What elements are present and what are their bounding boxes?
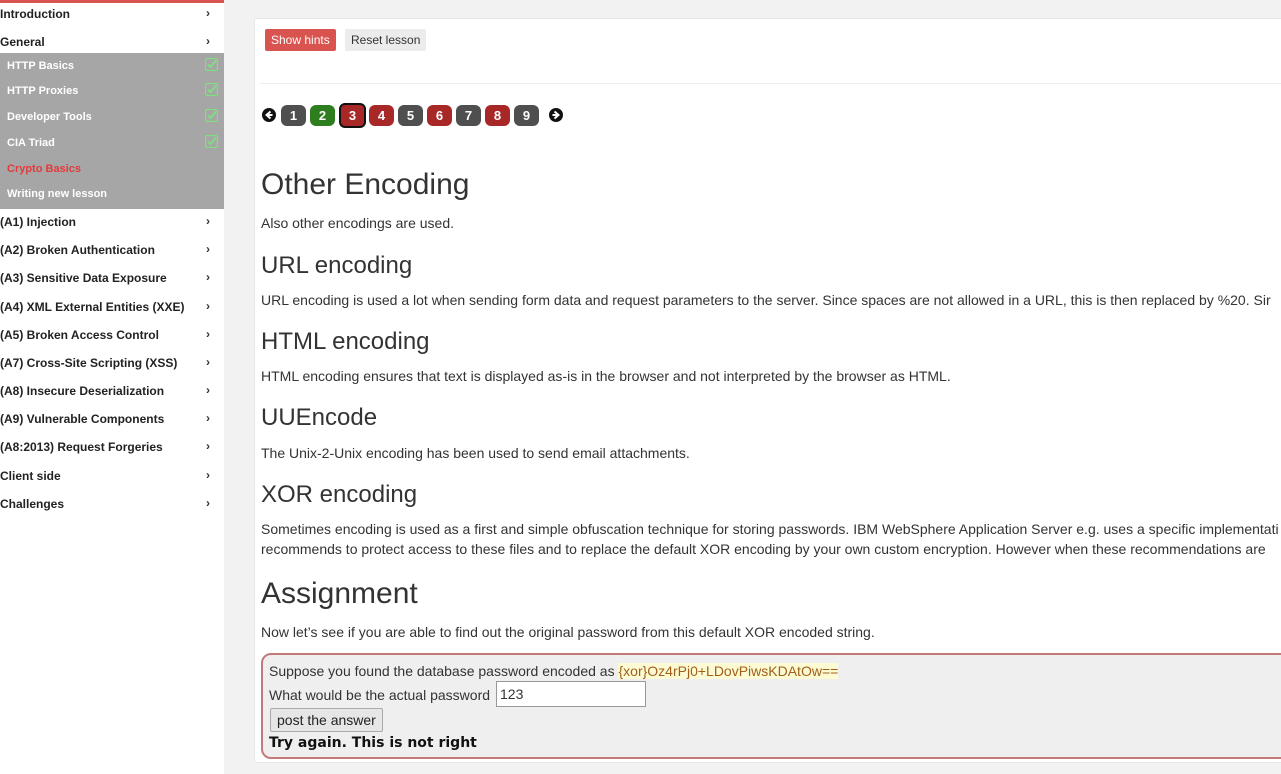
assignment-feedback-message: Try again. This is not right [269, 735, 477, 751]
nav-category-5[interactable]: (A7) Cross-Site Scripting (XSS) › [0, 349, 224, 377]
previous-page-arrow-icon[interactable] [262, 108, 276, 122]
lesson-label: Developer Tools [7, 111, 92, 123]
nav-category-label: (A3) Sensitive Data Exposure [0, 271, 167, 285]
password-answer-input[interactable] [496, 681, 646, 707]
nav-category-label: (A9) Vulnerable Components [0, 412, 165, 426]
nav-category-label: Client side [0, 469, 61, 483]
lesson-item-http-proxies[interactable]: HTTP Proxies [0, 78, 224, 104]
nav-category-label: (A4) XML External Entities (XXE) [0, 300, 185, 314]
main-content: Show hints Reset lesson 123456789 Other … [226, 3, 1281, 774]
nav-category-9[interactable]: Client side › [0, 462, 224, 490]
nav-category-3[interactable]: (A4) XML External Entities (XXE) › [0, 293, 224, 321]
next-page-arrow-icon[interactable] [549, 108, 563, 122]
section-text-url-encoding: URL encoding is used a lot when sending … [261, 292, 1271, 308]
section-heading-uuencode: UUEncode [261, 404, 378, 431]
sidebar: Introduction › General › HTTP Basics HTT… [0, 0, 224, 774]
divider [260, 83, 1281, 84]
assignment-title: Assignment [261, 577, 418, 610]
chevron-right-icon: › [206, 355, 210, 369]
reset-lesson-button[interactable]: Reset lesson [345, 29, 427, 51]
lesson-label: Writing new lesson [7, 188, 108, 200]
nav-category-label: (A5) Broken Access Control [0, 328, 159, 342]
lesson-card: Show hints Reset lesson 123456789 Other … [254, 18, 1281, 763]
nav-category-4[interactable]: (A5) Broken Access Control › [0, 321, 224, 349]
lesson-item-cia-triad[interactable]: CIA Triad [0, 130, 224, 156]
lesson-item-http-basics[interactable]: HTTP Basics [0, 53, 224, 79]
lesson-item-crypto-basics[interactable]: Crypto Basics [0, 156, 224, 182]
check-icon [205, 83, 218, 96]
page-button-8[interactable]: 8 [485, 105, 510, 126]
nav-category-label: Introduction [0, 7, 70, 21]
section-heading-html-encoding: HTML encoding [261, 328, 430, 355]
section-heading-url-encoding: URL encoding [261, 252, 413, 279]
chevron-right-icon: › [206, 439, 210, 453]
page-button-4[interactable]: 4 [369, 105, 394, 126]
show-hints-button[interactable]: Show hints [265, 29, 336, 51]
page-button-1[interactable]: 1 [281, 105, 306, 126]
assignment-prompt-text: Suppose you found the database password … [269, 663, 619, 679]
section-heading-xor-encoding: XOR encoding [261, 481, 418, 508]
page-button-3[interactable]: 3 [339, 103, 366, 128]
check-icon [205, 135, 218, 148]
page-button-9[interactable]: 9 [514, 105, 539, 126]
chevron-right-icon: › [206, 6, 210, 20]
chevron-right-icon: › [206, 411, 210, 425]
nav-category-0[interactable]: (A1) Injection › [0, 208, 224, 236]
nav-category-2[interactable]: (A3) Sensitive Data Exposure › [0, 264, 224, 292]
nav-category-label: (A8:2013) Request Forgeries [0, 440, 163, 454]
page-button-2[interactable]: 2 [310, 105, 335, 126]
nav-category-8[interactable]: (A8:2013) Request Forgeries › [0, 433, 224, 461]
chevron-right-icon: › [206, 468, 210, 482]
nav-category-7[interactable]: (A9) Vulnerable Components › [0, 405, 224, 433]
nav-category-general[interactable]: General › [0, 28, 224, 56]
nav-category-label: (A1) Injection [0, 215, 77, 229]
nav-category-10[interactable]: Challenges › [0, 490, 224, 518]
chevron-right-icon: › [206, 270, 210, 284]
encoded-password-value: {xor}Oz4rPj0+LDovPiwsKDAtOw== [618, 663, 839, 679]
chevron-right-icon: › [206, 242, 210, 256]
chevron-right-icon: › [206, 214, 210, 228]
nav-category-label: (A7) Cross-Site Scripting (XSS) [0, 356, 178, 370]
nav-category-label: General [0, 35, 45, 49]
nav-category-label: (A2) Broken Authentication [0, 243, 155, 257]
lesson-label: HTTP Basics [7, 60, 75, 72]
post-answer-button[interactable]: post the answer [270, 708, 383, 732]
section-text-xor-encoding: Sometimes encoding is used as a first an… [261, 521, 1279, 537]
nav-category-1[interactable]: (A2) Broken Authentication › [0, 236, 224, 264]
chevron-right-icon: › [206, 383, 210, 397]
nav-category-introduction[interactable]: Introduction › [0, 0, 224, 28]
section-text-uuencode: The Unix-2-Unix encoding has been used t… [261, 445, 690, 461]
page-button-5[interactable]: 5 [398, 105, 423, 126]
chevron-right-icon: › [206, 34, 210, 48]
lesson-item-writing-new-lesson[interactable]: Writing new lesson [0, 181, 224, 207]
lesson-intro-text: Also other encodings are used. [261, 215, 455, 231]
lesson-title: Other Encoding [261, 168, 470, 201]
page-button-6[interactable]: 6 [427, 105, 452, 126]
page-button-7[interactable]: 7 [456, 105, 481, 126]
nav-category-6[interactable]: (A8) Insecure Deserialization › [0, 377, 224, 405]
assignment-intro-text: Now let’s see if you are able to find ou… [261, 624, 875, 640]
lesson-item-developer-tools[interactable]: Developer Tools [0, 104, 224, 130]
chevron-right-icon: › [206, 496, 210, 510]
chevron-right-icon: › [206, 327, 210, 341]
assignment-form: Suppose you found the database password … [261, 653, 1281, 759]
general-lesson-list: HTTP Basics HTTP Proxies Developer Tools… [0, 53, 224, 209]
lesson-label: HTTP Proxies [7, 85, 79, 97]
lesson-label: Crypto Basics [7, 163, 81, 175]
nav-category-label: (A8) Insecure Deserialization [0, 384, 165, 398]
section-text-xor-encoding-line2: recommends to protect access to these fi… [261, 541, 1266, 557]
nav-category-label: Challenges [0, 497, 65, 511]
check-icon [205, 58, 218, 71]
lesson-label: CIA Triad [7, 137, 55, 149]
assignment-prompt: Suppose you found the database password … [269, 663, 839, 679]
check-icon [205, 109, 218, 122]
password-question-label: What would be the actual password [269, 687, 491, 703]
chevron-right-icon: › [206, 299, 210, 313]
section-text-html-encoding: HTML encoding ensures that text is displ… [261, 368, 951, 384]
